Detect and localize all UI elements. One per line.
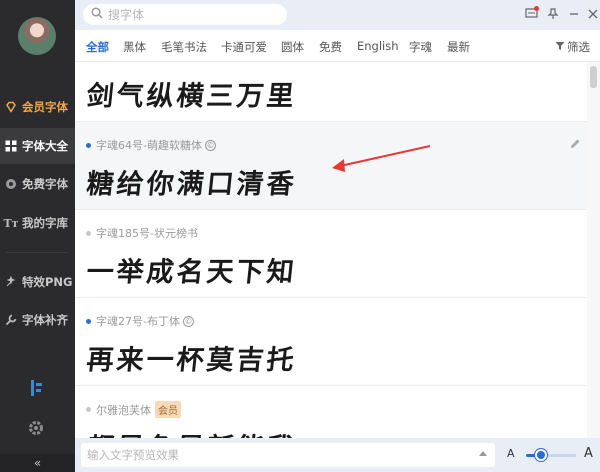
size-large-label: A xyxy=(584,446,593,461)
settings-gear-icon[interactable] xyxy=(27,419,45,437)
font-preview-text: 一举成名天下知 xyxy=(85,257,299,288)
scrollbar-thumb[interactable] xyxy=(590,66,597,88)
sidebar: 会员字体 字体大全 免费字体 Tт 我的字库 特效PNG 字体补齐 « xyxy=(0,0,75,472)
search-input[interactable]: 搜字体 xyxy=(108,6,144,23)
category-tabs: 全部 黑体 毛笔书法 卡通可爱 圆体 免费 English 字魂 最新 筛选 xyxy=(75,30,600,62)
preview-text-input[interactable] xyxy=(81,443,495,467)
font-size-slider[interactable] xyxy=(526,454,576,457)
sparkle-icon xyxy=(4,275,18,289)
font-preview-text: 都是色是新能我 xyxy=(85,426,299,438)
font-card[interactable]: 字魂64号-萌趣软糖体 © 糖给你满口清香 xyxy=(75,122,587,210)
bottom-bar: A A xyxy=(75,438,600,472)
font-list: 剑气纵横三万里 字魂64号-萌趣软糖体 © 糖给你满口清香 字魂185号-状元榜… xyxy=(75,62,587,438)
copyright-icon: © xyxy=(182,315,194,327)
minimize-icon[interactable] xyxy=(567,7,581,21)
search-icon xyxy=(91,7,103,22)
scrollbar[interactable] xyxy=(587,62,600,438)
sidebar-item-label: 字体大全 xyxy=(22,139,68,153)
tab-calligraphy[interactable]: 毛笔书法 xyxy=(161,39,207,55)
font-name: 尔雅泡芙体 xyxy=(96,403,151,417)
font-name: 字魂27号-布丁体 xyxy=(96,315,180,328)
tab-all[interactable]: 全部 xyxy=(86,39,109,55)
sidebar-collapse-button[interactable]: « xyxy=(0,454,75,472)
edit-pencil-icon[interactable] xyxy=(569,138,581,150)
font-card[interactable]: 剑气纵横三万里 xyxy=(75,62,587,122)
sidebar-item-label: 我的字库 xyxy=(22,216,68,230)
filter-button[interactable]: 筛选 xyxy=(555,39,590,55)
tab-english[interactable]: English xyxy=(357,39,399,53)
history-dropdown-icon[interactable] xyxy=(479,451,487,456)
font-name: 字魂185号-状元榜书 xyxy=(96,227,198,240)
sidebar-item-effect-png[interactable]: 特效PNG xyxy=(0,264,75,300)
font-meta: 字魂27号-布丁体 © xyxy=(86,313,194,329)
sidebar-divider xyxy=(6,252,68,253)
font-name: 字魂64号-萌趣软糖体 xyxy=(96,139,202,152)
status-dot xyxy=(86,407,91,412)
sidebar-item-vip-fonts[interactable]: 会员字体 xyxy=(0,89,75,125)
sidebar-item-label: 会员字体 xyxy=(22,100,68,114)
tab-free[interactable]: 免费 xyxy=(319,39,342,55)
app-logo-icon[interactable] xyxy=(26,378,46,398)
top-bar: 搜字体 xyxy=(75,0,600,30)
vip-badge: 会员 xyxy=(155,401,181,418)
slider-knob[interactable] xyxy=(535,449,547,461)
sidebar-item-label: 特效PNG xyxy=(22,275,73,289)
font-meta: 字魂64号-萌趣软糖体 © xyxy=(86,137,216,153)
sidebar-item-label: 免费字体 xyxy=(22,177,68,191)
font-preview-text: 糖给你满口清香 xyxy=(85,169,299,200)
sidebar-item-label: 字体补齐 xyxy=(22,313,68,327)
sidebar-item-font-complete[interactable]: 字体补齐 xyxy=(0,302,75,338)
search-box[interactable]: 搜字体 xyxy=(83,4,287,25)
tab-yuanti[interactable]: 圆体 xyxy=(281,39,304,55)
copyright-icon: © xyxy=(204,139,216,151)
tab-cartoon[interactable]: 卡通可爱 xyxy=(221,39,267,55)
font-card[interactable]: 尔雅泡芙体 会员 都是色是新能我 xyxy=(75,386,587,438)
sidebar-item-my-fonts[interactable]: Tт 我的字库 xyxy=(0,205,75,241)
font-meta: 字魂185号-状元榜书 xyxy=(86,225,198,241)
wrench-icon xyxy=(4,313,18,327)
font-preview-text: 再来一杯莫吉托 xyxy=(85,345,299,376)
font-preview-text: 剑气纵横三万里 xyxy=(85,81,299,112)
tab-heiti[interactable]: 黑体 xyxy=(123,39,146,55)
font-card[interactable]: 字魂185号-状元榜书 一举成名天下知 xyxy=(75,210,587,298)
close-icon[interactable] xyxy=(586,7,600,21)
avatar[interactable] xyxy=(18,17,56,55)
font-meta: 尔雅泡芙体 会员 xyxy=(86,401,181,418)
font-card[interactable]: 字魂27号-布丁体 © 再来一杯莫吉托 xyxy=(75,298,587,386)
font-tt-icon: Tт xyxy=(3,216,19,230)
notification-dot xyxy=(534,6,539,11)
status-dot xyxy=(86,318,91,324)
filter-icon xyxy=(555,40,565,54)
tab-latest[interactable]: 最新 xyxy=(447,39,470,55)
sidebar-item-free-fonts[interactable]: 免费字体 xyxy=(0,166,75,202)
grid-icon xyxy=(4,139,18,153)
free-icon xyxy=(4,177,18,191)
size-small-label: A xyxy=(507,447,515,460)
status-dot xyxy=(86,230,91,236)
status-dot xyxy=(86,142,91,148)
diamond-icon xyxy=(4,100,18,114)
message-icon[interactable] xyxy=(524,6,539,21)
pin-icon[interactable] xyxy=(546,7,560,21)
tab-zihun[interactable]: 字魂 xyxy=(409,39,432,55)
sidebar-item-all-fonts[interactable]: 字体大全 xyxy=(0,128,75,164)
